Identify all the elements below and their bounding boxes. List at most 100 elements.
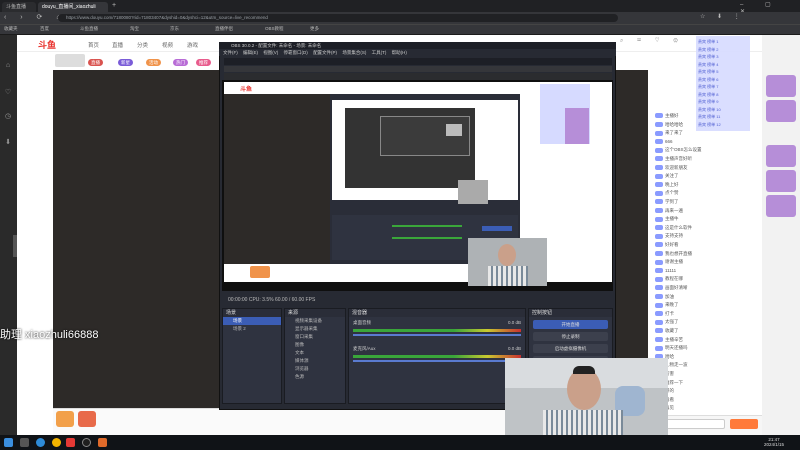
user-badge-icon [655, 182, 663, 188]
promo-card[interactable] [766, 170, 796, 192]
gift-rank-row[interactable]: 贵宾 榜单 5 [698, 69, 748, 75]
chip[interactable]: 直播 [88, 59, 103, 66]
rail-collapse-handle[interactable] [13, 235, 17, 257]
app-icon[interactable] [66, 438, 75, 447]
gift-icon[interactable] [78, 411, 96, 427]
chat-message: 收藏了 [655, 327, 760, 334]
nav-link[interactable]: 直播 [112, 41, 123, 49]
menu-item[interactable]: 配置文件(P) [313, 50, 337, 55]
bookmark-item[interactable]: OBS教程 [265, 25, 284, 33]
chip[interactable]: 推荐 [196, 59, 211, 66]
nested-deepest-capture [380, 116, 470, 156]
bookmark-item[interactable]: 收藏夹 [4, 25, 18, 33]
nested-logo: 斗鱼 [240, 87, 253, 93]
browser-tab-active[interactable]: douyu_直播间_xiaozhuli [38, 2, 108, 12]
nested-gift-icon [250, 266, 270, 278]
source-item[interactable]: 显示器采集 [285, 325, 345, 333]
url-field[interactable]: https://www.douyu.com/7180080?rid=718034… [58, 14, 618, 22]
nav-link[interactable]: 首页 [88, 41, 99, 49]
gift-rank-row[interactable]: 贵宾 榜单 11 [698, 114, 748, 120]
user-badge-icon [655, 173, 663, 179]
promo-card[interactable] [766, 75, 796, 97]
source-item[interactable]: 视频采集设备 [285, 317, 345, 325]
app-icon[interactable] [98, 438, 107, 447]
menu-item[interactable]: 停靠窗口(D) [284, 50, 308, 55]
nested-meter [392, 237, 462, 239]
chip[interactable]: 热门 [173, 59, 188, 66]
obs-icon[interactable] [82, 438, 91, 447]
source-item[interactable]: 图像 [285, 341, 345, 349]
source-item[interactable]: 色源 [285, 373, 345, 381]
promo-card[interactable] [766, 100, 796, 122]
menu-item[interactable]: 场景集合(S) [342, 50, 366, 55]
history-icon[interactable]: ◷ [3, 112, 13, 122]
menu-item[interactable]: 视图(V) [263, 50, 278, 55]
message-text: 关注了 [665, 173, 679, 179]
gift-rank-row[interactable]: 贵宾 榜单 6 [698, 77, 748, 83]
gift-rank-row[interactable]: 贵宾 榜单 2 [698, 47, 748, 53]
gift-rank-row[interactable]: 贵宾 榜单 12 [698, 122, 748, 128]
bookmark-item[interactable]: 淘宝 [130, 25, 139, 33]
browser-tab[interactable]: 斗鱼直播 [2, 2, 36, 12]
bookmark-item[interactable]: 斗鱼直播 [80, 25, 98, 33]
virtual-camera-button[interactable]: 启动虚拟摄像机 [533, 344, 608, 353]
message-text: 来晚了 [665, 302, 679, 308]
source-item[interactable]: 浏览器 [285, 365, 345, 373]
user-badge-icon [655, 164, 663, 170]
search-icon[interactable] [20, 438, 29, 447]
message-text: 欢迎新朋友 [665, 164, 688, 170]
menu-item[interactable]: 工具(T) [372, 50, 387, 55]
chip[interactable]: 活动 [146, 59, 161, 66]
source-item[interactable]: 文本 [285, 349, 345, 357]
menu-item[interactable]: 编辑(E) [243, 50, 258, 55]
site-logo[interactable]: 斗鱼 [38, 38, 56, 51]
promo-card[interactable] [766, 145, 796, 167]
gift-rank-row[interactable]: 贵宾 榜单 4 [698, 62, 748, 68]
volume-slider[interactable] [353, 334, 521, 336]
bookmark-item[interactable]: 百度 [40, 25, 49, 33]
tab-label: douyu_直播间_xiaozhuli [42, 4, 96, 10]
bookmark-item[interactable]: 京东 [170, 25, 179, 33]
toolbar-icons[interactable]: ☆ ⬇ ⋮ [700, 13, 745, 20]
send-button[interactable] [730, 419, 758, 429]
download-icon[interactable]: ⬇ [3, 138, 13, 148]
gift-rank-row[interactable]: 贵宾 榜单 9 [698, 99, 748, 105]
gift-rank-row[interactable]: 贵宾 榜单 7 [698, 84, 748, 90]
gift-rank-row[interactable]: 贵宾 榜单 10 [698, 107, 748, 113]
edge-icon[interactable] [36, 438, 45, 447]
scene-item[interactable]: 场景 [223, 317, 281, 325]
gift-rank-row[interactable]: 贵宾 榜单 3 [698, 54, 748, 60]
header-icons[interactable]: ⌕ ✉ ♡ ⚙ [620, 38, 700, 48]
bookmark-item[interactable]: 更多 [310, 25, 319, 33]
promo-card[interactable] [766, 195, 796, 217]
nav-link[interactable]: 分类 [137, 41, 148, 49]
chrome-icon[interactable] [52, 438, 61, 447]
chat-message: 主播辛苦 [655, 336, 760, 343]
bookmark-item[interactable]: 直播伴侣 [215, 25, 233, 33]
source-item[interactable]: 窗口采集 [285, 333, 345, 341]
chip[interactable]: 新星 [118, 59, 133, 66]
source-item[interactable]: 媒体源 [285, 357, 345, 365]
menu-item[interactable]: 帮助(H) [392, 50, 407, 55]
track-db: 0.0 dB [507, 346, 521, 351]
volume-slider[interactable] [353, 360, 521, 362]
stop-recording-button[interactable]: 停止录制 [533, 332, 608, 341]
new-tab-icon[interactable]: + [112, 2, 116, 9]
scene-item[interactable]: 场景 2 [223, 325, 281, 333]
menu-item[interactable]: 文件(F) [223, 50, 238, 55]
gift-icon[interactable] [56, 411, 74, 427]
home-icon[interactable]: ⌂ [3, 62, 13, 72]
start-icon[interactable] [4, 438, 13, 447]
gift-rank-row[interactable]: 贵宾 榜单 8 [698, 92, 748, 98]
user-badge-icon [655, 285, 663, 291]
user-badge-icon [655, 216, 663, 222]
gift-rank-row[interactable]: 贵宾 榜单 1 [698, 39, 748, 45]
follow-icon[interactable]: ♡ [3, 88, 13, 98]
nav-link[interactable]: 视频 [162, 41, 173, 49]
nav-link[interactable]: 游戏 [187, 41, 198, 49]
user-badge-icon [655, 302, 663, 308]
start-streaming-button[interactable]: 开始直播 [533, 320, 608, 329]
user-badge-icon [655, 336, 663, 342]
ribbon-thumbnail[interactable] [55, 54, 85, 67]
chat-message: 欢迎新朋友 [655, 164, 760, 171]
